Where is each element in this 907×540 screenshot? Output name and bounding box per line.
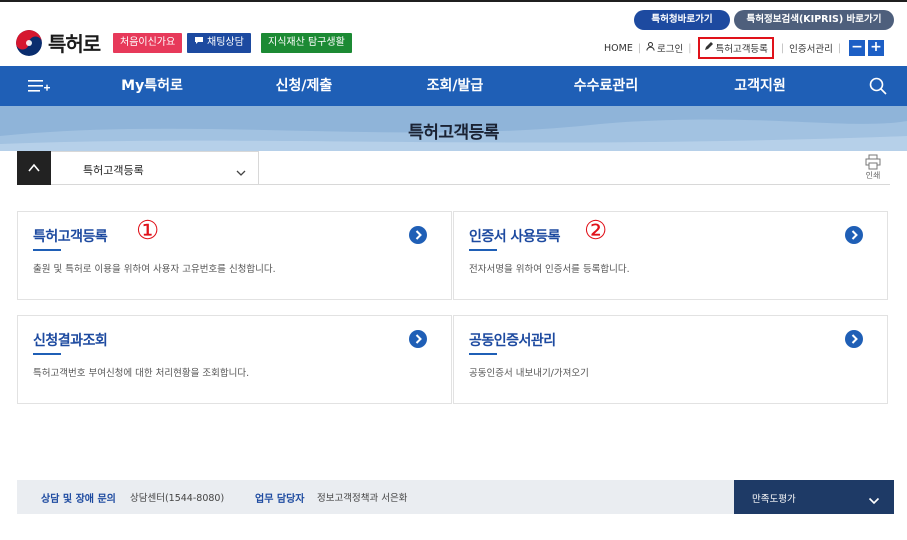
user-icon — [646, 42, 655, 54]
arrow-right-circle-icon[interactable] — [409, 226, 427, 244]
utility-links: HOME | 로그인 | 특허고객등록 | 인증서관리 | − + — [604, 37, 885, 59]
pencil-icon — [704, 42, 714, 54]
card-cert-register[interactable]: 인증서 사용등록 ② 전자서명을 위하여 인증서를 등록합니다. — [453, 211, 888, 300]
login-label: 로그인 — [657, 44, 684, 55]
page-title: 특허고객등록 — [408, 123, 499, 143]
owner-label: 업무 담당자 — [255, 494, 305, 505]
arrow-right-circle-icon[interactable] — [845, 330, 863, 348]
card-underline — [33, 249, 61, 251]
site-logo[interactable]: 특허로 — [16, 28, 101, 57]
divider: | — [837, 42, 842, 54]
first-time-button[interactable]: 처음이신가요 — [113, 33, 183, 53]
card-title: 인증서 사용등록 — [469, 229, 561, 245]
print-label: 인쇄 — [865, 171, 881, 180]
support-value: 상담센터(1544-8080) — [130, 493, 225, 504]
owner-value: 정보고객정책과 서은화 — [317, 493, 408, 504]
breadcrumb-select[interactable]: 특허고객등록 — [51, 151, 259, 185]
customer-register-link[interactable]: 특허고객등록 — [698, 37, 774, 59]
header: 특허로 처음이신가요 채팅상담 지식재산 탐구생활 특허청바로가기 특허정보검색… — [0, 2, 907, 66]
cert-manage-link[interactable]: 인증서관리 — [789, 41, 833, 55]
card-description: 전자서명을 위하여 인증서를 등록합니다. — [469, 264, 630, 275]
login-link[interactable]: 로그인 — [646, 41, 683, 55]
arrow-right-circle-icon[interactable] — [409, 330, 427, 348]
survey-label: 만족도평가 — [752, 494, 796, 505]
zoom-in-button[interactable]: + — [868, 40, 885, 56]
page-banner: 특허고객등록 — [0, 106, 907, 151]
chevron-down-icon — [236, 163, 246, 182]
arrow-right-circle-icon[interactable] — [845, 226, 863, 244]
breadcrumb: 특허고객등록 — [17, 151, 890, 185]
nav-inquiry-issue[interactable]: 조회/발급 — [413, 66, 497, 106]
search-icon[interactable] — [865, 66, 891, 106]
card-customer-register[interactable]: 특허고객등록 ① 출원 및 특허로 이용을 위하여 사용자 고유번호를 신청합니… — [17, 211, 452, 300]
home-icon[interactable] — [17, 151, 51, 185]
chevron-down-icon — [868, 491, 880, 510]
kipo-link-button[interactable]: 특허청바로가기 — [634, 10, 730, 30]
chat-consult-button[interactable]: 채팅상담 — [187, 33, 251, 53]
korea-emblem-icon — [16, 29, 42, 56]
footer-info-bar: 상담 및 장애 문의 상담센터(1544-8080) 업무 담당자 정보고객정책… — [17, 480, 894, 514]
support-label: 상담 및 장애 문의 — [41, 494, 116, 505]
card-underline — [469, 353, 497, 355]
step-marker: ② — [584, 216, 608, 246]
step-marker: ① — [136, 216, 160, 246]
ip-explore-button[interactable]: 지식재산 탐구생활 — [261, 33, 352, 53]
card-description: 공동인증서 내보내기/가져오기 — [469, 368, 589, 379]
card-joint-cert-manage[interactable]: 공동인증서관리 공동인증서 내보내기/가져오기 — [453, 315, 888, 404]
card-result-inquiry[interactable]: 신청결과조회 특허고객번호 부여신청에 대한 처리현황을 조회합니다. — [17, 315, 452, 404]
nav-fee-manage[interactable]: 수수료관리 — [560, 66, 652, 106]
kipris-link-button[interactable]: 특허정보검색(KIPRIS) 바로가기 — [734, 10, 894, 30]
print-button[interactable]: 인쇄 — [858, 152, 888, 184]
customer-register-label: 특허고객등록 — [715, 44, 768, 55]
nav-apply-submit[interactable]: 신청/제출 — [262, 66, 346, 106]
menu-icon[interactable] — [26, 66, 52, 106]
card-title: 특허고객등록 — [33, 229, 108, 245]
satisfaction-survey-select[interactable]: 만족도평가 — [734, 480, 894, 514]
home-link[interactable]: HOME — [604, 43, 633, 54]
card-description: 출원 및 특허로 이용을 위하여 사용자 고유번호를 신청합니다. — [33, 264, 276, 275]
divider: | — [688, 42, 692, 54]
chat-consult-label: 채팅상담 — [207, 37, 244, 48]
nav-customer-support[interactable]: 고객지원 — [720, 66, 800, 106]
zoom-out-button[interactable]: − — [849, 40, 866, 56]
main-nav: My특허로 신청/제출 조회/발급 수수료관리 고객지원 — [0, 66, 907, 106]
card-title: 신청결과조회 — [33, 333, 108, 349]
card-description: 특허고객번호 부여신청에 대한 처리현황을 조회합니다. — [33, 368, 250, 379]
card-title: 공동인증서관리 — [469, 333, 556, 349]
nav-my-patent[interactable]: My특허로 — [112, 66, 192, 106]
card-underline — [469, 249, 497, 251]
logo-text: 특허로 — [48, 32, 101, 56]
chat-icon — [194, 33, 204, 53]
breadcrumb-label: 특허고객등록 — [83, 164, 144, 177]
divider: | — [637, 42, 642, 54]
card-underline — [33, 353, 61, 355]
divider: | — [780, 42, 785, 54]
